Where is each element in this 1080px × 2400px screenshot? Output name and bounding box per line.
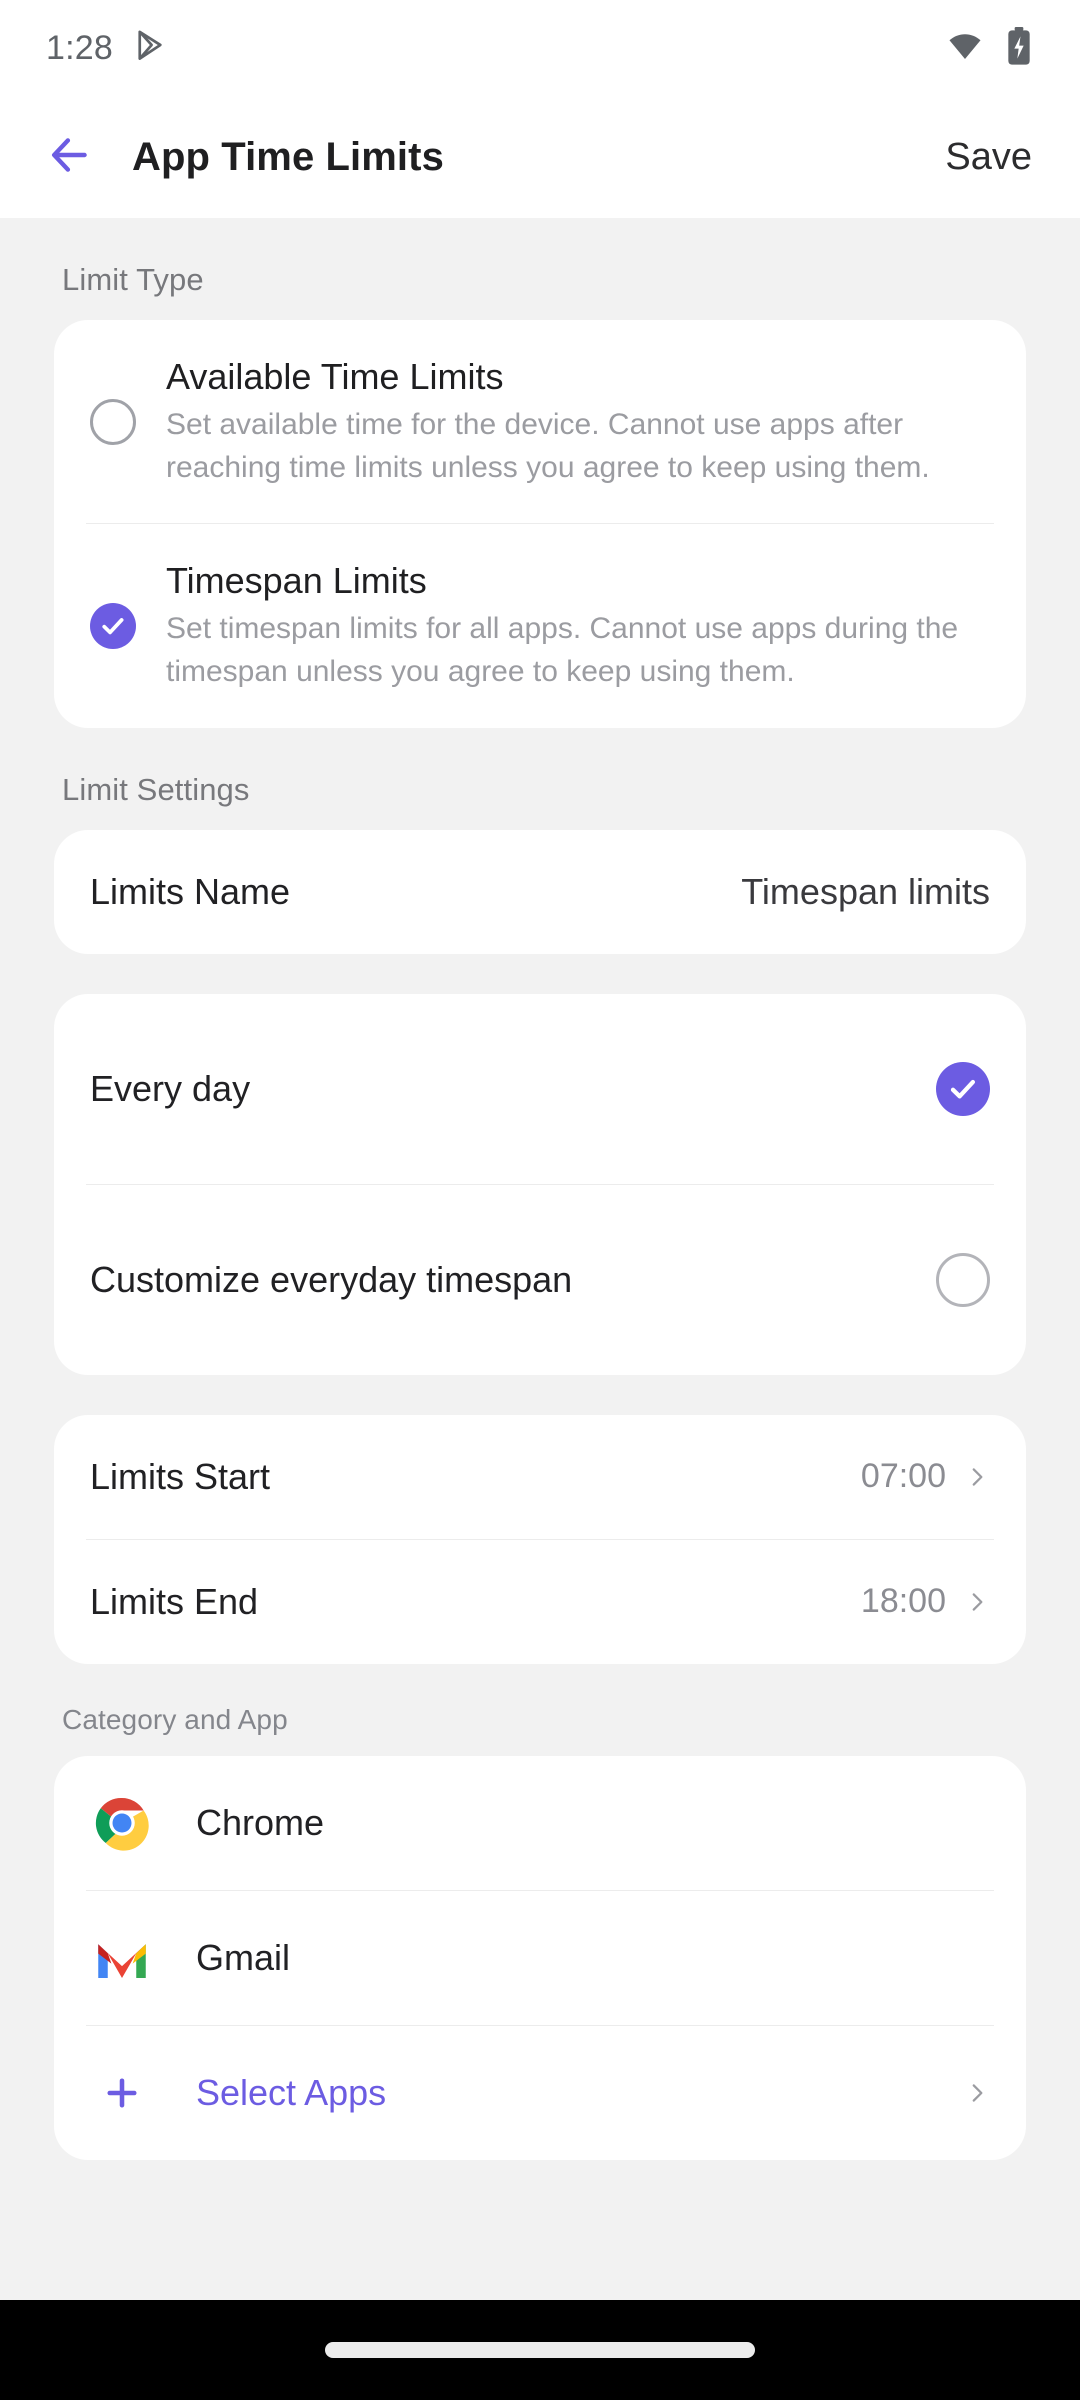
schedule-option-label: Customize everyday timespan — [90, 1258, 573, 1300]
limits-start-row[interactable]: Limits Start 07:00 — [54, 1415, 1026, 1539]
play-store-icon — [133, 28, 169, 69]
limits-start-value: 07:00 — [860, 1457, 946, 1496]
schedule-option-label: Every day — [90, 1067, 251, 1109]
system-navigation-bar — [0, 2300, 1080, 2400]
status-bar-right — [946, 26, 1034, 71]
limits-end-label: Limits End — [90, 1580, 259, 1622]
plus-icon — [90, 2061, 154, 2125]
back-arrow-icon — [45, 130, 95, 185]
app-bar: App Time Limits Save — [0, 96, 1080, 218]
app-row-chrome[interactable]: Chrome — [54, 1756, 1026, 1890]
schedule-option-every-day[interactable]: Every day — [54, 994, 1026, 1184]
limits-end-row[interactable]: Limits End 18:00 — [54, 1540, 1026, 1664]
save-button[interactable]: Save — [939, 130, 1038, 185]
radio-unchecked-icon[interactable] — [90, 398, 136, 445]
battery-charging-icon — [1004, 26, 1034, 71]
radio-checked-icon[interactable] — [90, 602, 136, 649]
select-apps-row[interactable]: Select Apps — [54, 2026, 1026, 2160]
schedule-option-customize[interactable]: Customize everyday timespan — [54, 1185, 1026, 1375]
settings-scroll-area[interactable]: Limit Type Available Time Limits Set ava… — [0, 218, 1080, 2300]
limits-name-label: Limits Name — [90, 870, 291, 912]
page-title: App Time Limits — [132, 134, 444, 179]
limit-type-option-available[interactable]: Available Time Limits Set available time… — [54, 320, 1026, 523]
gesture-home-pill[interactable] — [325, 2342, 755, 2358]
phone-screen: 1:28 App Time Limits Save Limit Type Ava… — [0, 0, 1080, 2400]
option-description: Set timespan limits for all apps. Cannot… — [166, 612, 959, 688]
limit-type-card: Available Time Limits Set available time… — [54, 320, 1026, 728]
app-name: Chrome — [196, 1801, 325, 1843]
option-description: Set available time for the device. Canno… — [166, 408, 930, 484]
wifi-icon — [946, 27, 984, 70]
check-circle-unchecked-icon[interactable] — [936, 1252, 990, 1307]
app-row-gmail[interactable]: Gmail — [54, 1891, 1026, 2025]
select-apps-label: Select Apps — [196, 2071, 387, 2113]
limits-end-value: 18:00 — [860, 1582, 946, 1621]
chevron-right-icon — [964, 2080, 990, 2106]
limit-type-option-available-text: Available Time Limits Set available time… — [166, 354, 990, 489]
gmail-icon — [90, 1926, 154, 1990]
limits-name-card: Limits Name Timespan limits — [54, 829, 1026, 954]
category-and-app-section-label: Category and App — [62, 1703, 288, 1735]
limits-time-card: Limits Start 07:00 Limits End 18:00 — [54, 1414, 1026, 1664]
limit-settings-section-label: Limit Settings — [62, 771, 250, 807]
limit-type-section-label: Limit Type — [62, 262, 204, 297]
chevron-right-icon — [964, 1464, 990, 1490]
category-and-app-card: Chrome Gmail Select Apps — [54, 1755, 1026, 2160]
limit-type-option-timespan-text: Timespan Limits Set timespan limits for … — [166, 558, 990, 693]
back-button[interactable] — [42, 129, 98, 185]
chevron-right-icon — [964, 1589, 990, 1615]
status-bar-left: 1:28 — [46, 28, 169, 69]
limits-start-label: Limits Start — [90, 1455, 271, 1497]
option-title: Available Time Limits — [166, 356, 504, 397]
status-bar-clock: 1:28 — [46, 28, 113, 67]
limit-type-option-timespan[interactable]: Timespan Limits Set timespan limits for … — [54, 524, 1026, 727]
app-name: Gmail — [196, 1936, 291, 1978]
option-title: Timespan Limits — [166, 560, 427, 602]
status-bar: 1:28 — [0, 0, 1080, 96]
limits-name-value: Timespan limits — [741, 870, 990, 912]
chrome-icon — [90, 1791, 154, 1855]
schedule-card: Every day Customize everyday timespan — [54, 993, 1026, 1375]
check-circle-checked-icon[interactable] — [936, 1061, 990, 1116]
limits-name-row[interactable]: Limits Name Timespan limits — [54, 830, 1026, 954]
